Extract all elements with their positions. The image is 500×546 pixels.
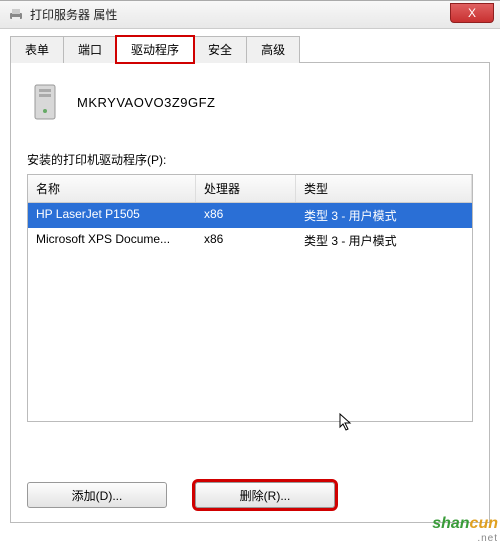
remove-button[interactable]: 删除(R)... xyxy=(195,482,335,508)
tab-ports[interactable]: 端口 xyxy=(63,36,117,63)
titlebar: 打印服务器 属性 X xyxy=(0,1,500,29)
server-row: MKRYVAOVO3Z9GFZ xyxy=(27,81,473,123)
column-processor[interactable]: 处理器 xyxy=(196,175,296,202)
tab-security[interactable]: 安全 xyxy=(193,36,247,63)
column-name[interactable]: 名称 xyxy=(28,175,196,202)
printer-icon xyxy=(8,7,24,23)
cell-name: HP LaserJet P1505 xyxy=(28,203,196,228)
window-title: 打印服务器 属性 xyxy=(30,6,117,23)
tab-drivers[interactable]: 驱动程序 xyxy=(116,36,194,63)
button-row: 添加(D)... 删除(R)... xyxy=(27,482,473,508)
cell-type: 类型 3 - 用户模式 xyxy=(296,203,472,228)
close-icon: X xyxy=(468,6,476,20)
tab-forms[interactable]: 表单 xyxy=(10,36,64,63)
column-type[interactable]: 类型 xyxy=(296,175,472,202)
server-name: MKRYVAOVO3Z9GFZ xyxy=(77,95,216,110)
cell-type: 类型 3 - 用户模式 xyxy=(296,228,472,253)
cell-name: Microsoft XPS Docume... xyxy=(28,228,196,253)
list-header: 名称 处理器 类型 xyxy=(28,175,472,203)
content-area: 表单 端口 驱动程序 安全 高级 MKRYVAOVO3Z9GFZ 安装的打印机驱… xyxy=(0,29,500,533)
server-icon xyxy=(27,81,63,123)
drivers-panel: MKRYVAOVO3Z9GFZ 安装的打印机驱动程序(P): 名称 处理器 类型… xyxy=(10,63,490,523)
drivers-list-label: 安装的打印机驱动程序(P): xyxy=(27,151,473,168)
cell-processor: x86 xyxy=(196,203,296,228)
properties-window: 打印服务器 属性 X 表单 端口 驱动程序 安全 高级 MKRYVAOVO3Z9… xyxy=(0,0,500,546)
list-row[interactable]: HP LaserJet P1505 x86 类型 3 - 用户模式 xyxy=(28,203,472,228)
tab-strip: 表单 端口 驱动程序 安全 高级 xyxy=(10,35,490,63)
cell-processor: x86 xyxy=(196,228,296,253)
add-button[interactable]: 添加(D)... xyxy=(27,482,167,508)
drivers-list[interactable]: 名称 处理器 类型 HP LaserJet P1505 x86 类型 3 - 用… xyxy=(27,174,473,422)
list-row[interactable]: Microsoft XPS Docume... x86 类型 3 - 用户模式 xyxy=(28,228,472,253)
tab-advanced[interactable]: 高级 xyxy=(246,36,300,63)
close-button[interactable]: X xyxy=(450,3,494,23)
